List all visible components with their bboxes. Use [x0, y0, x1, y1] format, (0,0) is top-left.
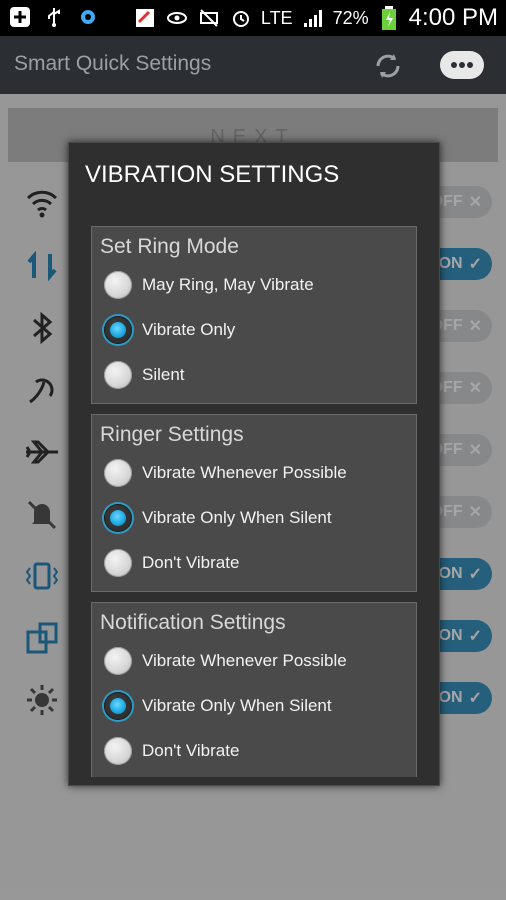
usb-icon [42, 5, 66, 29]
radio-option[interactable]: May Ring, May Vibrate [104, 265, 404, 305]
radio-button[interactable] [104, 647, 132, 675]
radio-label: Don't Vibrate [142, 553, 240, 572]
refresh-icon[interactable] [370, 48, 406, 84]
radio-option[interactable]: Don't Vibrate [104, 731, 404, 771]
radio-label: Vibrate Whenever Possible [142, 651, 347, 670]
settings-group: Notification Settings Vibrate Whenever Po… [91, 602, 417, 777]
radio-label: Vibrate Only When Silent [142, 696, 332, 715]
radio-button[interactable] [104, 504, 132, 532]
radio-label: Vibrate Only [142, 320, 236, 339]
radio-button[interactable] [104, 459, 132, 487]
settings-group: Ringer Settings Vibrate Whenever Possible… [91, 414, 417, 592]
vibration-settings-dialog: VIBRATION SETTINGS Set Ring Mode May Ring… [68, 142, 440, 786]
radio-button[interactable] [104, 271, 132, 299]
status-left [8, 5, 100, 29]
battery-icon [377, 6, 401, 30]
radio-label: Don't Vibrate [142, 741, 240, 760]
status-bar: LTE 72% 4:00 PM [0, 0, 506, 36]
group-title: Set Ring Mode [100, 235, 239, 258]
group-title: Notification Settings [100, 611, 286, 634]
radio-button[interactable] [104, 361, 132, 389]
radio-label: May Ring, May Vibrate [142, 275, 314, 294]
radio-button[interactable] [104, 549, 132, 577]
network-type: LTE [260, 7, 293, 28]
add-icon [8, 5, 32, 29]
alarm-icon [229, 6, 253, 30]
radio-option[interactable]: Don't Vibrate [104, 543, 404, 583]
app-bar: Smart Quick Settings [0, 36, 506, 94]
mute-icon [197, 6, 221, 30]
radio-label: Vibrate Only When Silent [142, 508, 332, 527]
status-right: LTE 72% 4:00 PM [133, 2, 498, 34]
group-title: Ringer Settings [100, 423, 244, 446]
battery-percent: 72% [332, 7, 369, 28]
radio-option[interactable]: Vibrate Whenever Possible [104, 641, 404, 681]
radio-label: Vibrate Whenever Possible [142, 463, 347, 482]
eye-icon [165, 6, 189, 30]
radio-label: Silent [142, 365, 185, 384]
dialog-content[interactable]: Set Ring Mode May Ring, May Vibrate Vibrat… [69, 221, 439, 777]
more-button[interactable] [440, 51, 484, 79]
radio-button[interactable] [104, 692, 132, 720]
radio-option[interactable]: Silent [104, 355, 404, 395]
radio-option[interactable]: Vibrate Whenever Possible [104, 453, 404, 493]
radio-option[interactable]: Vibrate Only When Silent [104, 498, 404, 538]
dialog-title: VIBRATION SETTINGS [85, 161, 340, 188]
radio-option[interactable]: Vibrate Only [104, 310, 404, 350]
settings-group: Set Ring Mode May Ring, May Vibrate Vibrat… [91, 226, 417, 404]
signal-icon [301, 6, 325, 30]
clock: 4:00 PM [408, 4, 498, 31]
gear-status-icon [76, 5, 100, 29]
radio-button[interactable] [104, 737, 132, 765]
notes-icon [133, 6, 157, 30]
app-title: Smart Quick Settings [14, 52, 212, 75]
radio-option[interactable]: Vibrate Only When Silent [104, 686, 404, 726]
radio-button[interactable] [104, 316, 132, 344]
more-icon [451, 62, 473, 68]
